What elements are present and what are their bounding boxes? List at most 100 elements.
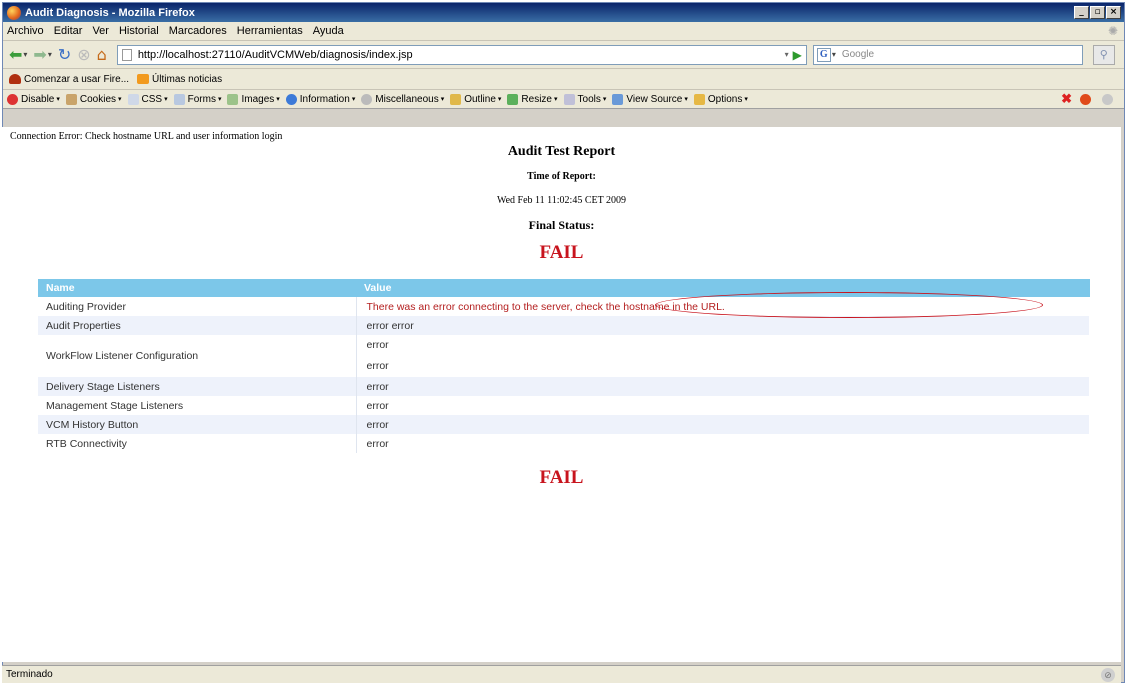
dev-outline[interactable]: Outline ▾ (450, 93, 501, 105)
maximize-button[interactable]: ▫ (1090, 6, 1105, 19)
back-button[interactable]: ⬅ ▾ (9, 45, 27, 64)
error-x-icon[interactable]: ✖ (1061, 91, 1072, 107)
bookmark-latest-news[interactable]: Últimas noticias (137, 74, 222, 85)
dev-options[interactable]: Options ▾ (693, 93, 748, 105)
dev-resize[interactable]: Resize ▾ (507, 93, 558, 105)
url-text[interactable]: http://localhost:27110/AuditVCMWeb/diagn… (138, 49, 413, 61)
home-icon[interactable]: ⌂ (97, 45, 107, 64)
menu-editar[interactable]: Editar (54, 25, 83, 37)
dev-label: Disable (21, 93, 55, 105)
table-row: WorkFlow Listener Configuration error er… (38, 335, 1090, 377)
dev-disable[interactable]: Disable ▾ (7, 93, 60, 105)
reload-icon[interactable]: ↻ (58, 45, 71, 64)
images-icon (227, 93, 239, 105)
table-row: Audit Properties error error (38, 316, 1090, 335)
dev-miscellaneous[interactable]: Miscellaneous ▾ (361, 93, 444, 105)
search-button[interactable]: ⚲ (1092, 44, 1115, 65)
value-line: error (366, 360, 389, 372)
row-value: error (356, 396, 1090, 415)
dev-label: Tools (577, 93, 601, 105)
warning-icon[interactable] (1080, 93, 1091, 105)
final-status-label: Final Status: (528, 218, 595, 232)
dev-label: View Source (626, 93, 683, 105)
connection-status-icon[interactable]: ⊘ (1101, 667, 1115, 682)
row-name: Management Stage Listeners (38, 396, 357, 415)
table-header-row: Name Value (38, 279, 1090, 297)
search-input[interactable]: Google (842, 49, 874, 60)
dev-label: Options (707, 93, 743, 105)
forward-button[interactable]: ➡ ▾ (33, 45, 51, 64)
row-value: There was an error connecting to the ser… (356, 292, 1090, 318)
outline-icon (450, 93, 462, 105)
resize-icon (507, 93, 519, 105)
miscellaneous-icon (361, 93, 373, 105)
row-value: error (356, 415, 1090, 434)
minimize-button[interactable]: _ (1074, 6, 1089, 19)
menu-archivo[interactable]: Archivo (7, 25, 44, 37)
row-value: error error (356, 316, 1090, 335)
final-status-value: FAIL (539, 242, 584, 263)
page-title: Audit Test Report (507, 144, 616, 159)
dev-cookies[interactable]: Cookies ▾ (65, 93, 122, 105)
url-history-dropdown-icon[interactable]: ▾ (785, 50, 789, 59)
search-engine-dropdown-icon[interactable]: ▾ (832, 50, 836, 59)
time-of-report-label: Time of Report: (527, 171, 596, 182)
google-engine-icon[interactable]: G (816, 47, 831, 62)
dev-label: Information (299, 93, 350, 105)
forms-icon (173, 93, 185, 105)
dev-label: Miscellaneous (375, 93, 439, 105)
row-name: Delivery Stage Listeners (38, 377, 357, 396)
title-bar[interactable]: Audit Diagnosis - Mozilla Firefox _ ▫ × (3, 3, 1124, 22)
dev-view-source[interactable]: View Source ▾ (612, 93, 688, 105)
bookmarks-toolbar: Comenzar a usar Fire... Últimas noticias (3, 69, 1124, 90)
bookmark-getting-started[interactable]: Comenzar a usar Fire... (9, 74, 129, 85)
search-bar[interactable]: G ▾ Google (812, 44, 1083, 65)
row-value: error error (356, 335, 1090, 377)
dev-label: Images (241, 93, 275, 105)
dev-label: CSS (141, 93, 163, 105)
table-row: RTB Connectivity error (38, 434, 1090, 453)
dev-css[interactable]: CSS ▾ (127, 93, 168, 105)
bookmark-label: Comenzar a usar Fire... (24, 73, 130, 85)
results-table: Name Value Auditing Provider There was a… (38, 279, 1090, 453)
disable-icon (7, 93, 18, 105)
page-icon (121, 48, 132, 61)
menu-herramientas[interactable]: Herramientas (237, 25, 303, 37)
menu-ver[interactable]: Ver (92, 25, 109, 37)
back-dropdown-icon[interactable]: ▾ (23, 50, 27, 59)
menu-marcadores[interactable]: Marcadores (169, 25, 227, 37)
row-name: WorkFlow Listener Configuration (38, 335, 357, 377)
stop-icon[interactable]: ⊗ (77, 45, 90, 64)
connection-error-message: Connection Error: Check hostname URL and… (10, 131, 283, 142)
url-bar[interactable]: http://localhost:27110/AuditVCMWeb/diagn… (116, 44, 807, 65)
status-bar: Terminado ⊘ (2, 665, 1121, 683)
menu-bar: Archivo Editar Ver Historial Marcadores … (3, 22, 1124, 41)
throbber-icon: ✺ (1107, 24, 1118, 38)
close-button[interactable]: × (1106, 6, 1121, 19)
forward-dropdown-icon[interactable]: ▾ (48, 50, 52, 59)
final-status-bottom: FAIL (539, 467, 584, 488)
menu-ayuda[interactable]: Ayuda (313, 25, 344, 37)
dev-label: Cookies (79, 93, 117, 105)
menu-historial[interactable]: Historial (119, 25, 159, 37)
header-value: Value (356, 279, 1090, 297)
information-icon (285, 93, 297, 105)
row-value: error (356, 377, 1090, 396)
status-gray-icon[interactable] (1102, 93, 1113, 105)
row-value: error (356, 434, 1090, 453)
dev-information[interactable]: Information ▾ (285, 93, 355, 105)
status-text: Terminado (6, 669, 53, 680)
row-name: RTB Connectivity (38, 434, 357, 453)
firefox-icon (7, 5, 21, 20)
go-icon[interactable]: ▶ (793, 48, 802, 62)
view-source-icon (612, 93, 624, 105)
firefox-bookmark-icon (9, 74, 21, 84)
table-row: VCM History Button error (38, 415, 1090, 434)
dev-label: Outline (464, 93, 496, 105)
options-icon (693, 93, 705, 105)
dev-images[interactable]: Images ▾ (227, 93, 280, 105)
dev-tools[interactable]: Tools ▾ (563, 93, 606, 105)
error-message: There was an error connecting to the ser… (366, 300, 725, 313)
value-line: error (366, 339, 389, 351)
dev-forms[interactable]: Forms ▾ (173, 93, 221, 105)
